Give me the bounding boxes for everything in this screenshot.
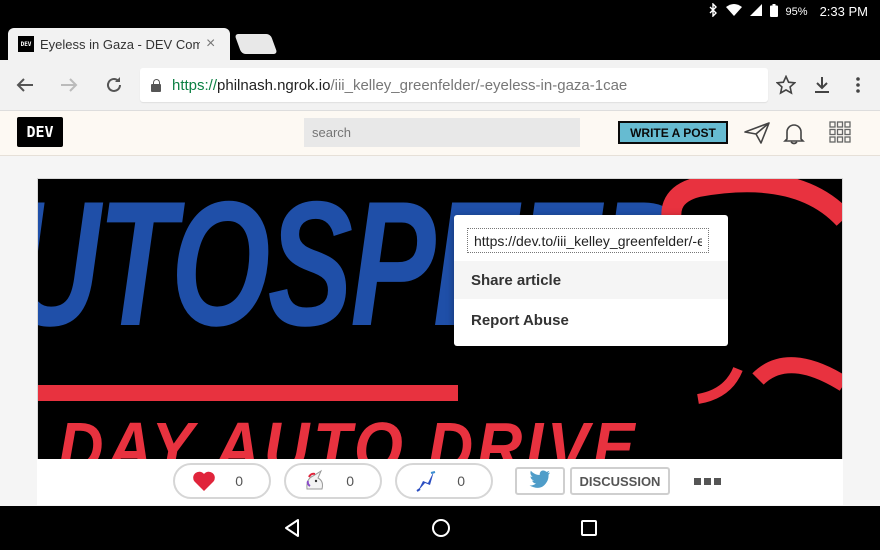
- android-nav-bar: [0, 506, 880, 550]
- nav-recents-icon[interactable]: [577, 516, 601, 540]
- reload-icon[interactable]: [101, 72, 127, 98]
- address-bar[interactable]: https://philnash.ngrok.io/iii_kelley_gre…: [140, 68, 768, 102]
- dev-logo[interactable]: DEV: [17, 117, 63, 147]
- download-icon[interactable]: [809, 72, 835, 98]
- write-post-button[interactable]: WRITE A POST: [618, 121, 728, 144]
- report-abuse-item[interactable]: Report Abuse: [454, 301, 728, 339]
- paper-plane-icon[interactable]: [744, 121, 770, 145]
- share-url-field[interactable]: [467, 228, 709, 253]
- tab-active[interactable]: DEV Eyeless in Gaza - DEV Community ×: [8, 28, 230, 60]
- tab-strip: DEV Eyeless in Gaza - DEV Community ×: [0, 24, 880, 60]
- like-count: 0: [235, 473, 243, 489]
- share-dropdown: Share article Report Abuse: [454, 215, 728, 346]
- web-page: DEV WRITE A POST UTOSPEED: [0, 111, 880, 506]
- tab-close-icon[interactable]: ×: [206, 35, 215, 53]
- nav-home-icon[interactable]: [429, 516, 453, 540]
- overflow-menu-icon[interactable]: [845, 72, 871, 98]
- new-tab-button[interactable]: [234, 34, 278, 54]
- clock: 2:33 PM: [819, 4, 868, 19]
- twitter-icon: [529, 469, 551, 493]
- wifi-icon: [725, 4, 742, 19]
- cover-red-bar: [38, 385, 458, 401]
- battery-level: 95%: [785, 5, 808, 18]
- discussion-button[interactable]: DISCUSSION: [570, 467, 670, 495]
- like-button[interactable]: 0: [173, 463, 271, 499]
- nav-back-icon[interactable]: [280, 516, 304, 540]
- twitter-share-button[interactable]: [515, 467, 565, 495]
- share-article-item[interactable]: Share article: [454, 261, 728, 299]
- url-text: https://philnash.ngrok.io/iii_kelley_gre…: [172, 76, 628, 94]
- dev-favicon-icon: DEV: [18, 36, 34, 52]
- forward-arrow-icon[interactable]: [56, 72, 82, 98]
- lock-icon: [150, 78, 162, 92]
- unicorn-icon: [302, 468, 328, 494]
- status-icons: 95% 2:33 PM: [708, 2, 868, 20]
- heart-icon: [191, 468, 217, 494]
- dev-top-bar: DEV WRITE A POST: [0, 111, 880, 156]
- bookmark-button[interactable]: 0: [395, 463, 493, 499]
- bookmark-count: 0: [457, 473, 465, 489]
- reaction-bar: 0 0 0 DISCUSSION: [37, 459, 843, 505]
- more-options-icon[interactable]: [692, 471, 722, 491]
- status-bar: 95% 2:33 PM: [0, 0, 880, 24]
- star-icon[interactable]: [773, 72, 799, 98]
- signal-icon: [749, 4, 762, 19]
- search-input[interactable]: [304, 118, 580, 147]
- back-arrow-icon[interactable]: [12, 72, 38, 98]
- unicorn-count: 0: [346, 473, 354, 489]
- bell-icon[interactable]: [783, 121, 809, 145]
- unicorn-button[interactable]: 0: [284, 463, 382, 499]
- tab-title: Eyeless in Gaza - DEV Community: [40, 36, 200, 52]
- bluetooth-icon: [708, 2, 718, 20]
- bookmark-icon: [413, 468, 439, 494]
- cover-subline: DAY AUTO DRIVE: [58, 408, 639, 461]
- apps-grid-icon[interactable]: [829, 121, 855, 145]
- battery-icon: [769, 3, 778, 20]
- browser-toolbar: https://philnash.ngrok.io/iii_kelley_gre…: [0, 60, 880, 111]
